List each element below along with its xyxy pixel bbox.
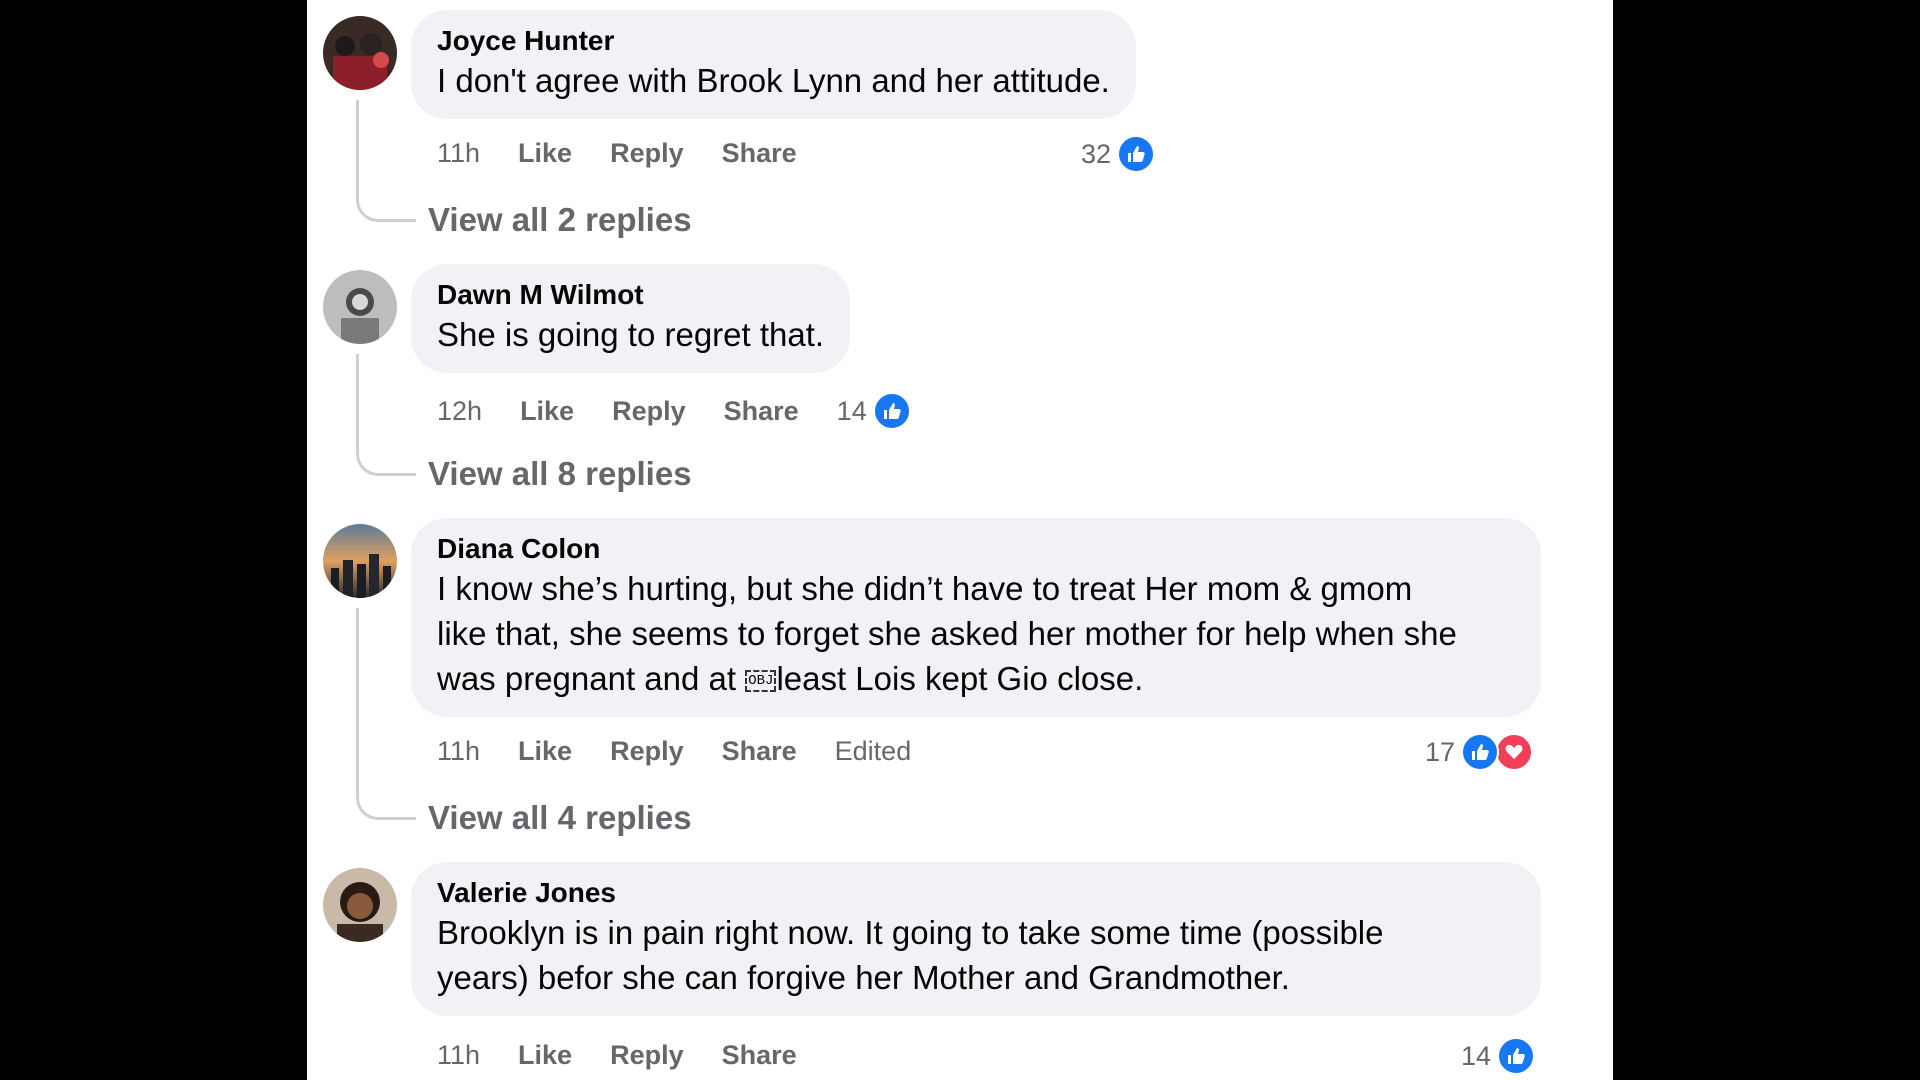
share-button[interactable]: Share bbox=[722, 736, 797, 767]
comment-text-line: Brooklyn is in pain right now. It going … bbox=[437, 914, 1384, 951]
share-button[interactable]: Share bbox=[722, 1040, 797, 1071]
reaction-count: 14 bbox=[1461, 1040, 1492, 1071]
comment-actions: 12h Like Reply Share 14 bbox=[437, 392, 949, 430]
share-button[interactable]: Share bbox=[724, 396, 799, 427]
comment-time[interactable]: 11h bbox=[437, 736, 480, 767]
reply-button[interactable]: Reply bbox=[610, 1040, 684, 1071]
like-icon bbox=[1461, 733, 1500, 771]
reaction-summary[interactable]: 17 bbox=[1425, 733, 1534, 771]
reply-button[interactable]: Reply bbox=[612, 396, 686, 427]
like-button[interactable]: Like bbox=[518, 138, 572, 169]
comment-time[interactable]: 12h bbox=[437, 396, 482, 427]
edited-label[interactable]: Edited bbox=[835, 736, 912, 767]
share-button[interactable]: Share bbox=[722, 138, 797, 169]
like-icon bbox=[1497, 1037, 1536, 1075]
like-button[interactable]: Like bbox=[518, 1040, 572, 1071]
like-button[interactable]: Like bbox=[520, 396, 574, 427]
reaction-summary[interactable]: 32 bbox=[1081, 135, 1156, 173]
comment-author[interactable]: Diana Colon bbox=[437, 532, 1515, 566]
comment-bubble: Joyce Hunter I don't agree with Brook Ly… bbox=[411, 10, 1136, 119]
reaction-summary[interactable]: 14 bbox=[1461, 1037, 1536, 1075]
comment-text-line: was pregnant and at OBJleast Lois kept G… bbox=[437, 656, 1515, 701]
comment-text-segment: was pregnant and at bbox=[437, 660, 746, 697]
comment-time[interactable]: 11h bbox=[437, 1040, 480, 1071]
reply-thread-line bbox=[356, 354, 416, 476]
comment-author[interactable]: Dawn M Wilmot bbox=[437, 278, 824, 312]
avatar[interactable] bbox=[323, 524, 397, 598]
comment-text: Brooklyn is in pain right now. It going … bbox=[437, 910, 1515, 1000]
reaction-summary[interactable]: 14 bbox=[837, 392, 949, 430]
comment-author[interactable]: Joyce Hunter bbox=[437, 24, 1110, 58]
reaction-count: 17 bbox=[1425, 736, 1456, 767]
comment-text: She is going to regret that. bbox=[437, 316, 825, 353]
avatar[interactable] bbox=[323, 16, 397, 90]
reply-thread-line bbox=[356, 608, 416, 820]
comments-panel: Joyce Hunter I don't agree with Brook Ly… bbox=[307, 0, 1613, 1080]
view-replies-link[interactable]: View all 4 replies bbox=[428, 799, 692, 837]
comment-bubble: Diana Colon I know she’s hurting, but sh… bbox=[411, 518, 1541, 717]
comment-actions: 11h Like Reply Share bbox=[437, 138, 835, 169]
comment-text-segment: least Lois kept Gio close. bbox=[776, 660, 1144, 697]
reaction-count: 14 bbox=[836, 395, 867, 426]
reply-thread-line bbox=[356, 100, 416, 222]
comment-bubble: Dawn M Wilmot She is going to regret tha… bbox=[411, 264, 851, 373]
comment-text: I don't agree with Brook Lynn and her at… bbox=[437, 62, 1110, 99]
reaction-count: 32 bbox=[1081, 138, 1112, 169]
view-replies-link[interactable]: View all 2 replies bbox=[428, 201, 692, 239]
comment-text-line: years) befor she can forgive her Mother … bbox=[437, 959, 1290, 996]
avatar[interactable] bbox=[323, 868, 397, 942]
comment-text: I know she’s hurting, but she didn’t hav… bbox=[437, 566, 1515, 701]
comment-bubble: Valerie Jones Brooklyn is in pain right … bbox=[411, 862, 1541, 1016]
comment-actions: 11h Like Reply Share Edited bbox=[437, 736, 949, 767]
comment-text-line: I know she’s hurting, but she didn’t hav… bbox=[437, 570, 1413, 607]
comment-author[interactable]: Valerie Jones bbox=[437, 876, 1515, 910]
avatar[interactable] bbox=[323, 270, 397, 344]
object-replacement-marker: OBJ bbox=[745, 670, 777, 693]
comment-text-line: like that, she seems to forget she asked… bbox=[437, 615, 1457, 652]
view-replies-link[interactable]: View all 8 replies bbox=[428, 455, 692, 493]
comment-actions: 11h Like Reply Share bbox=[437, 1040, 835, 1071]
like-icon bbox=[1117, 135, 1156, 173]
reply-button[interactable]: Reply bbox=[610, 138, 684, 169]
like-button[interactable]: Like bbox=[518, 736, 572, 767]
like-icon bbox=[872, 392, 911, 430]
heart-icon bbox=[1495, 733, 1534, 771]
reply-button[interactable]: Reply bbox=[610, 736, 684, 767]
comment-time[interactable]: 11h bbox=[437, 138, 480, 169]
